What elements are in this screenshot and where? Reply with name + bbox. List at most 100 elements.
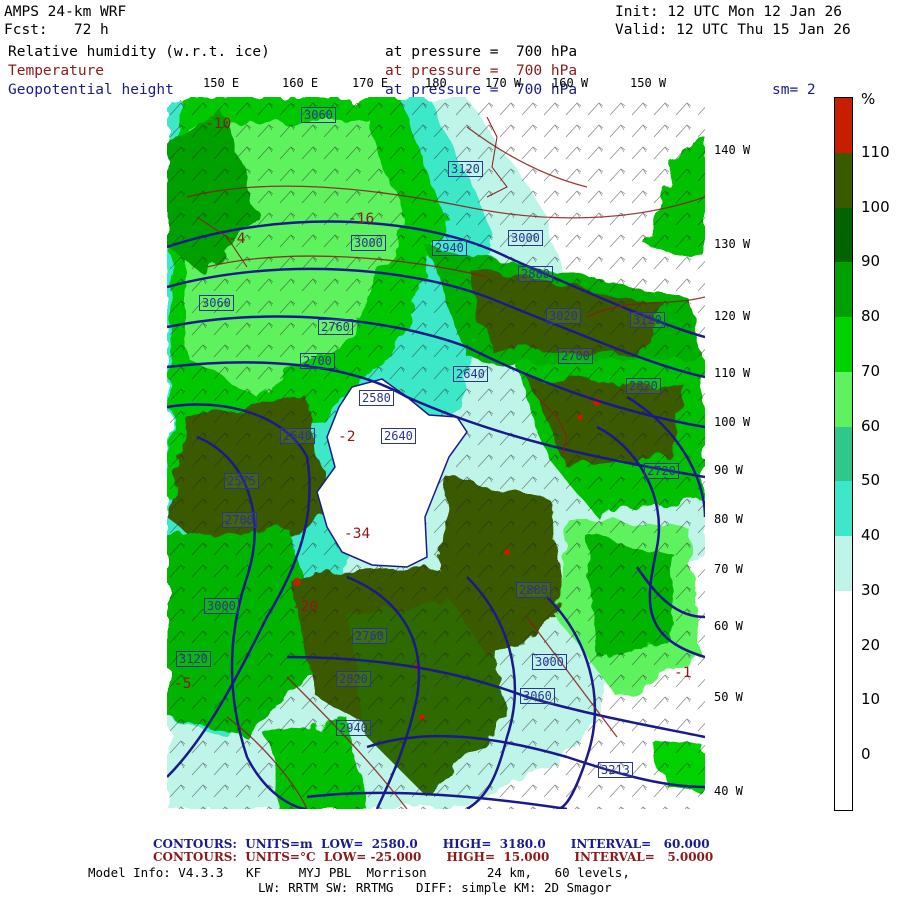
field-temp-level: at pressure = 700 hPa (385, 63, 578, 79)
temp-label: -4 (228, 231, 246, 247)
lon-label: 180 (425, 76, 447, 90)
temp-label: -5 (174, 676, 192, 692)
contour-units: UNITS=°C (245, 850, 316, 864)
lat-label: 120 W (714, 309, 751, 323)
height-label: 2760 (352, 628, 387, 644)
rh-field-map (167, 97, 705, 809)
field-temp-name: Temperature (8, 63, 105, 79)
colorbar-tick-label: 50 (861, 471, 881, 490)
temp-label: -20 (292, 599, 319, 615)
lat-label: 140 W (714, 143, 751, 157)
height-label: 2640 (280, 428, 315, 444)
height-label: 2880 (518, 266, 553, 282)
rh-colorbar (834, 97, 853, 811)
lat-label: 130 W (714, 237, 751, 251)
footer-temp-contours: CONTOURS: UNITS=°C LOW= -25.000 HIGH= 15… (153, 851, 713, 864)
colorbar-segment (835, 98, 852, 154)
colorbar-tick-label: 40 (861, 526, 881, 545)
field-height-level: at pressure = 700 hPa (385, 82, 578, 98)
height-label: 3213 (598, 762, 633, 778)
height-label: 3000 (532, 654, 567, 670)
colorbar-segment (835, 755, 852, 811)
map-panel (167, 97, 705, 809)
height-label: 3120 (176, 651, 211, 667)
contour-interval: INTERVAL= 5.0000 (574, 850, 714, 864)
height-label: 2940 (336, 720, 371, 736)
height-label: 2580 (359, 390, 394, 406)
height-label: 2700 (558, 348, 593, 364)
lat-label: 70 W (714, 562, 743, 576)
contour-label: CONTOURS: (153, 850, 237, 864)
colorbar-segment (835, 645, 852, 701)
field-rh-level: at pressure = 700 hPa (385, 44, 578, 60)
colorbar-tick-label: 20 (861, 635, 881, 654)
lat-label: 110 W (714, 366, 751, 380)
lat-label: 90 W (714, 463, 743, 477)
height-label: 2575 (224, 473, 259, 489)
height-label: 3000 (204, 598, 239, 614)
lon-label: 160 W (552, 76, 589, 90)
temp-label: -1 (674, 665, 692, 681)
colorbar-segment (835, 371, 852, 428)
lat-label: 100 W (714, 415, 751, 429)
height-label: 2640 (453, 366, 488, 382)
height-label: 2820 (626, 378, 661, 394)
lon-label: 150 E (203, 76, 240, 90)
temp-label: -10 (205, 116, 232, 132)
colorbar-tick-label: 100 (861, 197, 890, 216)
temp-label: -2 (338, 429, 356, 445)
model-info-line2: LW: RRTM SW: RRTMG DIFF: simple KM: 2D S… (258, 880, 612, 895)
colorbar-segment (835, 426, 852, 482)
colorbar-tick-label: 10 (861, 690, 881, 709)
colorbar-segment (835, 262, 852, 318)
colorbar-tick-label: 30 (861, 580, 881, 599)
contour-high: HIGH= 15.000 (446, 850, 550, 864)
colorbar-segment (835, 207, 852, 263)
lat-label: 50 W (714, 690, 743, 704)
height-label: 3000 (351, 235, 386, 251)
temp-label: -16 (348, 211, 375, 227)
height-label: 3020 (546, 308, 581, 324)
contour-units: UNITS=m (245, 837, 313, 851)
temp-label: -34 (344, 526, 371, 542)
colorbar-tick-label: 90 (861, 252, 881, 271)
colorbar-segment (835, 700, 852, 756)
height-label: 3000 (508, 230, 543, 246)
lat-label: 40 W (714, 784, 743, 798)
lat-label: 60 W (714, 619, 743, 633)
height-label: 3120 (448, 161, 483, 177)
colorbar-segment (835, 481, 852, 537)
field-height-name: Geopotential height (8, 82, 174, 98)
forecast-hour: Fcst: 72 h (4, 22, 109, 38)
contour-label: CONTOURS: (153, 837, 237, 851)
colorbar-unit: % (861, 90, 876, 108)
height-label: 3060 (301, 107, 336, 123)
height-label: 2720 (644, 463, 679, 479)
contour-high: HIGH= 3180.0 (442, 837, 546, 851)
colorbar-segment (835, 152, 852, 209)
contour-low: LOW= 2580.0 (321, 837, 418, 851)
lon-label: 170 W (485, 76, 522, 90)
model-info-line1: Model Info: V4.3.3 KF MYJ PBL Morrison 2… (88, 865, 630, 880)
height-label: 2700 (300, 353, 335, 369)
valid-time: Valid: 12 UTC Thu 15 Jan 26 (615, 22, 851, 38)
init-time: Init: 12 UTC Mon 12 Jan 26 (615, 4, 842, 20)
colorbar-tick-label: 60 (861, 416, 881, 435)
lon-label: 160 E (282, 76, 319, 90)
colorbar-segment (835, 536, 852, 592)
height-label: 2760 (318, 319, 353, 335)
colorbar-tick-label: 70 (861, 361, 881, 380)
height-label: 2880 (516, 582, 551, 598)
height-label: 3120 (630, 312, 665, 328)
contour-interval: INTERVAL= 60.000 (570, 837, 710, 851)
colorbar-segment (835, 590, 852, 647)
model-title: AMPS 24-km WRF (4, 4, 127, 20)
colorbar-tick-label: 110 (861, 142, 890, 161)
height-label: 3060 (520, 688, 555, 704)
field-rh-name: Relative humidity (w.r.t. ice) (8, 44, 270, 60)
height-label: 3060 (199, 295, 234, 311)
colorbar-tick-label: 0 (861, 745, 871, 764)
height-label: 2700 (222, 512, 257, 528)
lon-label: 150 W (630, 76, 667, 90)
smoothing-label: sm= 2 (772, 82, 816, 98)
